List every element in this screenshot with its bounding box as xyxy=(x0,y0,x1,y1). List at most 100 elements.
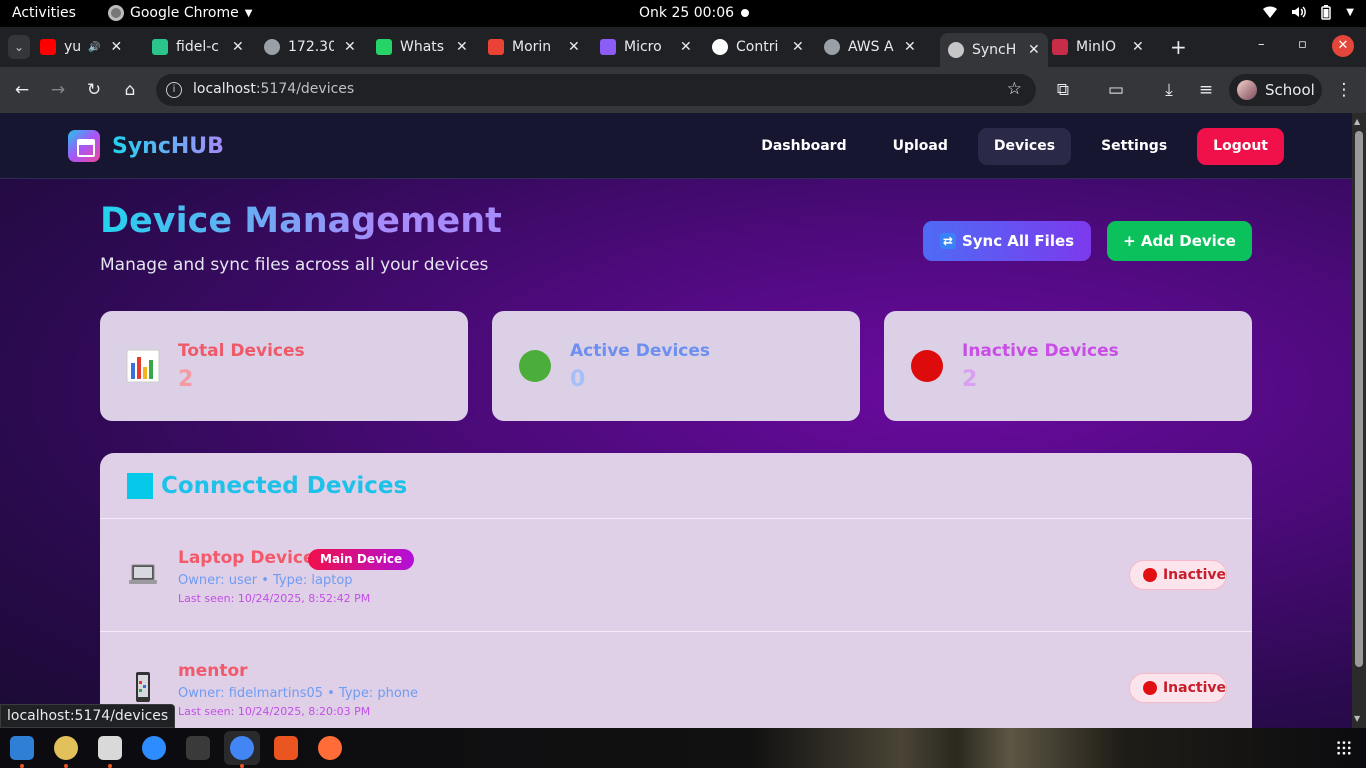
tab-close-icon[interactable]: ✕ xyxy=(110,39,122,55)
tab-close-icon[interactable]: ✕ xyxy=(344,39,356,55)
nav-upload[interactable]: Upload xyxy=(877,128,964,165)
app-menu[interactable]: Google Chrome ▼ xyxy=(108,5,252,21)
extensions-icon[interactable]: ⧉ xyxy=(1053,80,1073,100)
running-indicator-icon xyxy=(240,764,244,768)
browser-tab[interactable]: MinIO ✕ xyxy=(1052,33,1144,61)
media-control-icon[interactable]: ≡ xyxy=(1196,80,1216,100)
rhythmbox-icon[interactable] xyxy=(54,736,78,760)
url-text[interactable]: localhost:5174/devices xyxy=(193,81,354,97)
clock[interactable]: Onk 25 00:06 xyxy=(639,5,734,21)
tab-title: Contri xyxy=(736,39,779,55)
browser-tab[interactable]: Micro ✕ xyxy=(600,33,692,61)
nav-dashboard[interactable]: Dashboard xyxy=(745,128,862,165)
browser-tab[interactable]: 172.30 ✕ xyxy=(264,33,356,61)
chevron-down-icon: ▼ xyxy=(244,7,253,19)
green-circle-icon xyxy=(519,350,551,382)
browser-tab[interactable]: Morin ✕ xyxy=(488,33,580,61)
reload-button[interactable]: ↻ xyxy=(84,80,104,100)
minimize-button[interactable]: – xyxy=(1258,37,1265,52)
brand[interactable]: SyncHUB xyxy=(68,130,224,162)
copilot-icon xyxy=(600,39,616,55)
tab-close-icon[interactable]: ✕ xyxy=(1028,42,1040,58)
app-center-icon[interactable] xyxy=(274,736,298,760)
os-top-bar: Activities Google Chrome ▼ Onk 25 00:06 … xyxy=(0,0,1366,27)
activities-button[interactable]: Activities xyxy=(12,5,76,21)
tab-audio-icon[interactable]: 🔊 xyxy=(88,42,100,53)
browser-tab[interactable]: SyncH ✕ xyxy=(940,33,1048,67)
chrome-menu-button[interactable]: ⋮ xyxy=(1334,80,1354,100)
tab-title: 172.30 xyxy=(288,39,334,55)
browser-toolbar: ← → ↻ ⌂ i localhost:5174/devices ☆ ⧉ ▭ ⤓… xyxy=(0,67,1366,113)
stat-card-active: Active Devices 0 xyxy=(492,311,860,421)
sync-all-files-button[interactable]: ⇄ Sync All Files xyxy=(923,221,1091,261)
system-tray[interactable]: ▼ xyxy=(1262,4,1354,20)
tab-close-icon[interactable]: ✕ xyxy=(904,39,916,55)
main-device-badge: Main Device xyxy=(308,549,415,570)
browser-tab-strip: ⌄ yu 🔊 ✕ fidel-c ✕ 172.30 ✕ Whats ✕ Morin ✕ Micro ✕ C… xyxy=(0,27,1366,67)
running-indicator-icon xyxy=(64,764,68,768)
device-owner-type: Owner: user • Type: laptop xyxy=(178,573,353,588)
nav-devices[interactable]: Devices xyxy=(977,128,1072,165)
browser-tab[interactable]: Whats ✕ xyxy=(376,33,468,61)
red-dot-icon xyxy=(1143,681,1157,695)
tab-close-icon[interactable]: ✕ xyxy=(792,39,804,55)
new-tab-button[interactable]: + xyxy=(1170,35,1187,59)
logout-button[interactable]: Logout xyxy=(1197,128,1284,165)
download-icon[interactable]: ⤓ xyxy=(1159,80,1179,100)
notification-dot-icon xyxy=(741,9,749,17)
web-page: SyncHUB Dashboard Upload Devices Setting… xyxy=(0,113,1352,728)
github-icon xyxy=(712,39,728,55)
wifi-icon xyxy=(1263,6,1278,18)
status-badge: Inactive xyxy=(1129,673,1227,703)
window-close-button[interactable]: ✕ xyxy=(1332,35,1354,57)
tab-title: yu xyxy=(64,39,82,55)
cast-icon[interactable]: ▭ xyxy=(1106,80,1126,100)
scroll-down-icon[interactable]: ▼ xyxy=(1354,714,1360,723)
scroll-up-icon[interactable]: ▲ xyxy=(1354,117,1360,126)
sync-icon xyxy=(152,39,168,55)
nav-settings[interactable]: Settings xyxy=(1085,128,1183,165)
terminal-icon[interactable] xyxy=(186,736,210,760)
browser-tab[interactable]: yu 🔊 ✕ xyxy=(40,33,122,61)
forward-button[interactable]: → xyxy=(48,80,68,100)
stat-value: 0 xyxy=(570,367,586,392)
chrome-icon[interactable] xyxy=(230,736,254,760)
red-circle-icon xyxy=(911,350,943,382)
site-info-icon[interactable]: i xyxy=(166,82,182,98)
browser-tab[interactable]: Contri ✕ xyxy=(712,33,804,61)
tab-close-icon[interactable]: ✕ xyxy=(680,39,692,55)
profile-button[interactable]: School xyxy=(1229,74,1322,106)
show-apps-grid-icon[interactable] xyxy=(1336,740,1352,756)
bookmark-star-icon[interactable]: ☆ xyxy=(1007,79,1022,99)
tab-close-icon[interactable]: ✕ xyxy=(1132,39,1144,55)
taskbar-dock xyxy=(0,728,1366,768)
app-navbar: SyncHUB Dashboard Upload Devices Setting… xyxy=(0,113,1352,179)
back-button[interactable]: ← xyxy=(12,80,32,100)
scrollbar-thumb[interactable] xyxy=(1355,131,1363,667)
zoom-icon[interactable] xyxy=(142,736,166,760)
files-icon[interactable] xyxy=(98,736,122,760)
postman-icon[interactable] xyxy=(318,736,342,760)
battery-icon xyxy=(1321,5,1332,20)
tab-close-icon[interactable]: ✕ xyxy=(232,39,244,55)
tab-title: SyncH xyxy=(972,42,1017,58)
stat-label: Inactive Devices xyxy=(962,341,1119,361)
address-bar[interactable]: i localhost:5174/devices ☆ xyxy=(156,74,1036,106)
chevron-down-icon: ▼ xyxy=(1346,6,1354,18)
tab-title: Morin xyxy=(512,39,552,55)
avatar xyxy=(1237,80,1257,100)
phone-icon xyxy=(136,672,150,702)
tab-close-icon[interactable]: ✕ xyxy=(456,39,468,55)
tab-close-icon[interactable]: ✕ xyxy=(568,39,580,55)
page-scrollbar[interactable]: ▲ ▼ xyxy=(1352,113,1366,728)
browser-tab[interactable]: fidel-c ✕ xyxy=(152,33,244,61)
add-device-button[interactable]: + Add Device xyxy=(1107,221,1252,261)
maximize-button[interactable]: ▫ xyxy=(1298,37,1307,52)
running-indicator-icon xyxy=(108,764,112,768)
whatsapp-icon xyxy=(376,39,392,55)
tab-search-button[interactable]: ⌄ xyxy=(8,35,30,59)
home-button[interactable]: ⌂ xyxy=(120,80,140,100)
browser-tab[interactable]: AWS A ✕ xyxy=(824,33,916,61)
gmail-icon xyxy=(488,39,504,55)
vscode-icon[interactable] xyxy=(10,736,34,760)
